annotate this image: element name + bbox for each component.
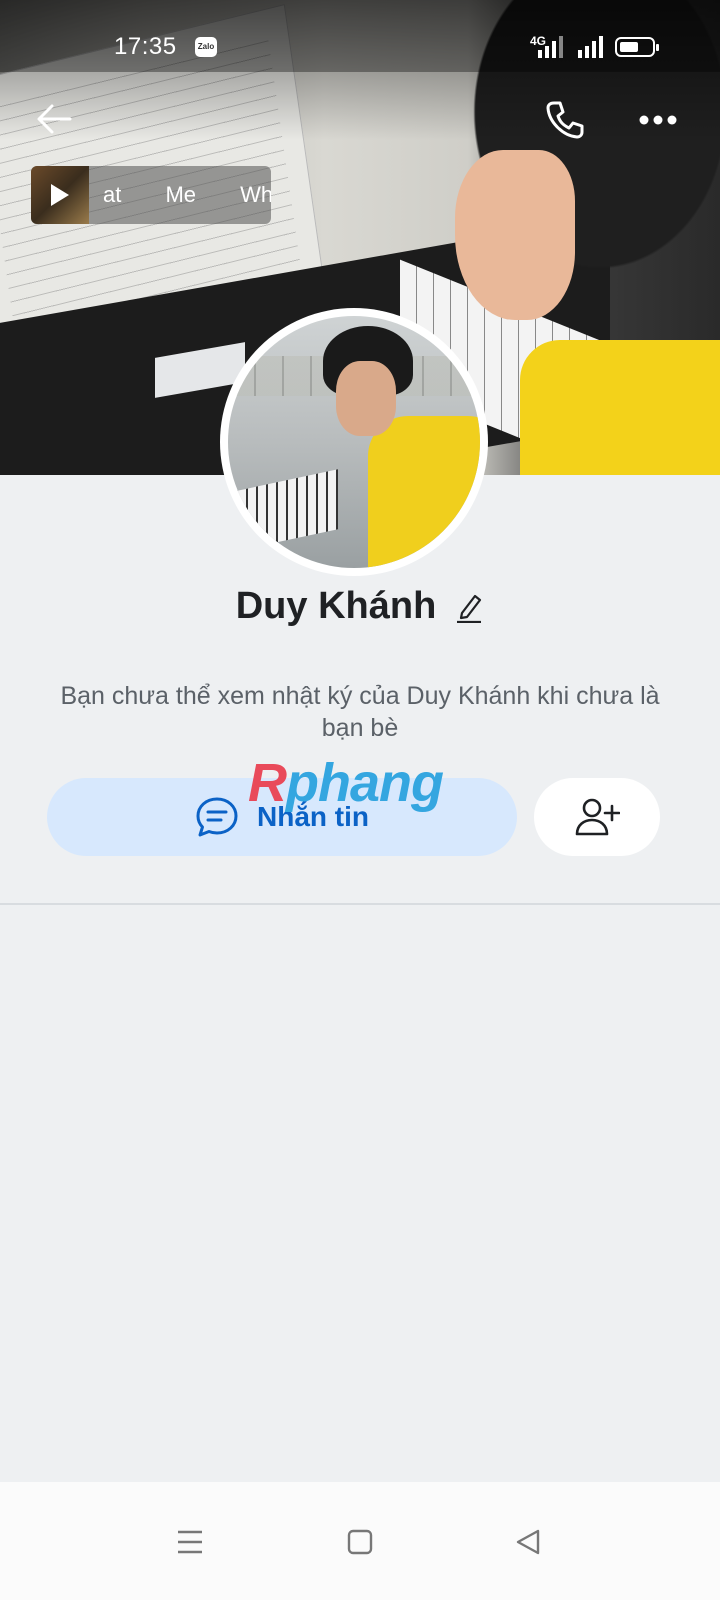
battery-icon — [615, 37, 659, 57]
profile-music-player[interactable]: at Me Whe — [31, 166, 271, 224]
music-track-title: at Me Whe — [103, 182, 271, 207]
avatar-piano — [228, 469, 338, 553]
privacy-notice: Bạn chưa thể xem nhật ký của Duy Khánh k… — [60, 682, 660, 742]
section-divider — [0, 903, 720, 905]
status-time: 17:35 — [114, 33, 177, 60]
square-home-icon — [347, 1529, 373, 1555]
more-options-button[interactable] — [632, 95, 684, 145]
watermark-logo: Rphang — [248, 752, 444, 814]
avatar-shirt — [368, 416, 480, 568]
menu-icon — [178, 1530, 202, 1554]
phone-icon — [546, 101, 584, 139]
edit-nickname-button[interactable] — [454, 590, 484, 624]
chat-bubble-icon — [196, 797, 238, 837]
profile-screen: 17:35 Zalo 4G at Me Whe Duy Khánh Bạn ch… — [0, 0, 720, 1600]
watermark-part1: R — [248, 753, 287, 813]
add-friend-button[interactable] — [534, 778, 660, 856]
triangle-back-icon — [516, 1529, 540, 1555]
signal-icon-sim2 — [578, 36, 603, 58]
avatar-face — [336, 361, 396, 436]
avatar-photo — [228, 316, 480, 568]
arrow-left-icon — [37, 104, 72, 134]
back-button[interactable] — [30, 95, 78, 143]
call-button[interactable] — [540, 95, 590, 145]
system-back-button[interactable] — [498, 1512, 558, 1572]
music-thumbnail — [31, 166, 89, 224]
status-bar: 17:35 Zalo 4G — [0, 0, 720, 72]
avatar[interactable] — [220, 308, 488, 576]
system-navigation-bar — [0, 1482, 720, 1600]
profile-name: Duy Khánh — [235, 585, 437, 627]
home-button[interactable] — [330, 1512, 390, 1572]
play-icon — [51, 184, 69, 206]
pencil-icon — [457, 594, 482, 623]
watermark-part2: phang — [286, 753, 444, 813]
recent-apps-button[interactable] — [160, 1512, 220, 1572]
signal-icon-sim1 — [538, 36, 563, 58]
profile-name-row: Duy Khánh — [0, 585, 720, 628]
more-horizontal-icon — [639, 115, 677, 125]
add-user-icon — [575, 798, 620, 836]
zalo-notification-icon: Zalo — [195, 37, 217, 57]
